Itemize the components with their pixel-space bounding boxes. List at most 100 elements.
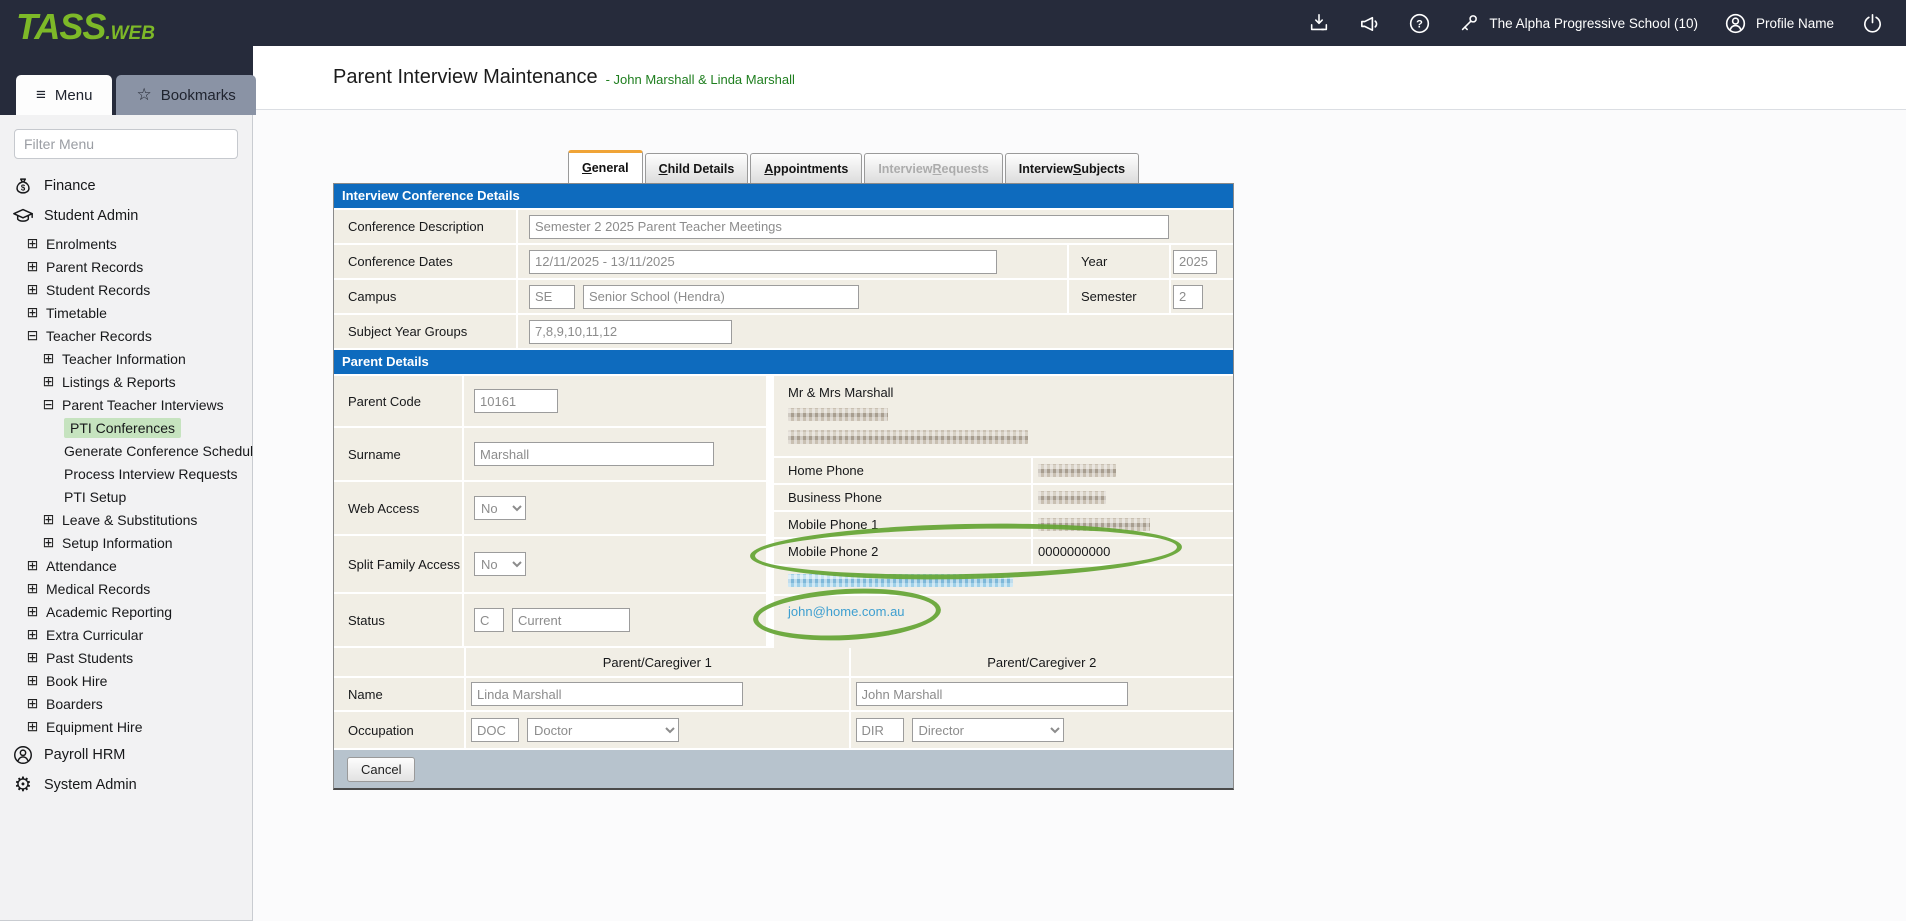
sidebar-item-equipment-hire[interactable]: ⊞Equipment Hire bbox=[0, 715, 252, 738]
menu-tab[interactable]: ≡ Menu bbox=[16, 75, 112, 115]
expander-plus-icon[interactable]: ⊞ bbox=[26, 695, 39, 712]
sidebar-item-teacher-records[interactable]: ⊟ Teacher Records bbox=[0, 324, 252, 347]
campus-name-input[interactable] bbox=[583, 285, 859, 309]
tab-general[interactable]: General bbox=[568, 150, 643, 183]
tab-interview-subjects[interactable]: Interview Subjects bbox=[1005, 153, 1139, 183]
sidebar-item-teacher-information[interactable]: ⊞Teacher Information bbox=[0, 347, 252, 370]
expander-plus-icon[interactable]: ⊞ bbox=[42, 534, 55, 551]
expander-plus-icon[interactable]: ⊞ bbox=[26, 672, 39, 689]
sidebar-item-timetable[interactable]: ⊞Timetable bbox=[0, 301, 252, 324]
sidebar-item-parent-teacher-interviews[interactable]: ⊟ Parent Teacher Interviews bbox=[0, 393, 252, 416]
sidebar-item-payroll-hrm[interactable]: Payroll HRM bbox=[0, 741, 252, 768]
form-box: Interview Conference Details Conference … bbox=[333, 183, 1234, 790]
sidebar-item-academic-reporting[interactable]: ⊞Academic Reporting bbox=[0, 600, 252, 623]
sidebar-item-setup-information[interactable]: ⊞Setup Information bbox=[0, 531, 252, 554]
year-input[interactable] bbox=[1173, 250, 1217, 274]
web-access-label: Web Access bbox=[348, 501, 419, 516]
expander-minus-icon[interactable]: ⊟ bbox=[42, 396, 55, 413]
caregiver2-name-input[interactable] bbox=[856, 682, 1128, 706]
surname-label: Surname bbox=[348, 447, 401, 462]
semester-input[interactable] bbox=[1173, 285, 1203, 309]
status-code-input[interactable] bbox=[474, 608, 504, 632]
cancel-button[interactable]: Cancel bbox=[347, 757, 415, 782]
sidebar-item-label: Student Admin bbox=[44, 208, 138, 224]
sidebar-item-medical-records[interactable]: ⊞Medical Records bbox=[0, 577, 252, 600]
caregiver2-occupation-code-input[interactable] bbox=[856, 718, 904, 742]
profile-menu[interactable]: Profile Name bbox=[1724, 11, 1834, 35]
tab-strip: GeneralChild DetailsAppointmentsIntervie… bbox=[568, 150, 1234, 183]
caregiver-name-label: Name bbox=[348, 687, 383, 702]
sidebar-item-finance[interactable]: $Finance bbox=[0, 172, 252, 199]
parent-address-block: Mr & Mrs Marshall bbox=[774, 376, 1233, 456]
sidebar-item-label: Payroll HRM bbox=[44, 747, 125, 763]
sidebar-item-parent-records[interactable]: ⊞Parent Records bbox=[0, 255, 252, 278]
tab-appointments[interactable]: Appointments bbox=[750, 153, 862, 183]
conference-description-input[interactable] bbox=[529, 215, 1169, 239]
logout-power-icon[interactable] bbox=[1860, 11, 1884, 35]
school-switcher[interactable]: The Alpha Progressive School (10) bbox=[1457, 11, 1698, 35]
expander-plus-icon[interactable]: ⊞ bbox=[26, 626, 39, 643]
caregiver-occupation-label: Occupation bbox=[348, 723, 414, 738]
expander-plus-icon[interactable]: ⊞ bbox=[42, 350, 55, 367]
expander-plus-icon[interactable]: ⊞ bbox=[26, 304, 39, 321]
expander-plus-icon[interactable]: ⊞ bbox=[26, 718, 39, 735]
sidebar-item-student-records[interactable]: ⊞Student Records bbox=[0, 278, 252, 301]
parent-code-input[interactable] bbox=[474, 389, 558, 413]
announcements-megaphone-icon[interactable] bbox=[1357, 11, 1381, 35]
expander-plus-icon[interactable]: ⊞ bbox=[42, 373, 55, 390]
sidebar-item-leave-substitutions[interactable]: ⊞Leave & Substitutions bbox=[0, 508, 252, 531]
expander-plus-icon[interactable]: ⊞ bbox=[26, 649, 39, 666]
caregiver2-occupation-select[interactable]: Director bbox=[912, 718, 1064, 742]
download-icon[interactable] bbox=[1307, 11, 1331, 35]
svg-text:$: $ bbox=[21, 183, 26, 192]
expander-plus-icon[interactable]: ⊞ bbox=[26, 258, 39, 275]
caregiver1-occupation-code-input[interactable] bbox=[471, 718, 519, 742]
hamburger-icon: ≡ bbox=[36, 85, 46, 105]
expander-plus-icon[interactable]: ⊞ bbox=[26, 580, 39, 597]
surname-input[interactable] bbox=[474, 442, 714, 466]
sidebar-item-pti-conferences[interactable]: PTI Conferences bbox=[0, 416, 252, 439]
conference-dates-input[interactable] bbox=[529, 250, 997, 274]
sidebar-item-process-interview-requests[interactable]: Process Interview Requests bbox=[0, 462, 252, 485]
parent-email-link[interactable]: john@home.com.au bbox=[788, 604, 905, 619]
expander-plus-icon[interactable]: ⊞ bbox=[42, 511, 55, 528]
expander-minus-icon[interactable]: ⊟ bbox=[26, 327, 39, 344]
sidebar-item-attendance[interactable]: ⊞Attendance bbox=[0, 554, 252, 577]
web-access-select[interactable]: No bbox=[474, 496, 526, 520]
campus-code-input[interactable] bbox=[529, 285, 575, 309]
status-value-input[interactable] bbox=[512, 608, 630, 632]
tab-child-details[interactable]: Child Details bbox=[645, 153, 749, 183]
expander-plus-icon[interactable]: ⊞ bbox=[26, 281, 39, 298]
caregiver1-name-input[interactable] bbox=[471, 682, 743, 706]
help-icon[interactable]: ? bbox=[1407, 11, 1431, 35]
bookmarks-tab[interactable]: ☆ Bookmarks bbox=[116, 75, 255, 115]
filter-menu-input[interactable] bbox=[14, 129, 238, 159]
sidebar-item-label: Generate Conference Schedule bbox=[64, 443, 261, 459]
subject-year-groups-input[interactable] bbox=[529, 320, 732, 344]
sidebar-item-extra-curricular[interactable]: ⊞Extra Curricular bbox=[0, 623, 252, 646]
sidebar-item-boarders[interactable]: ⊞Boarders bbox=[0, 692, 252, 715]
sidebar-item-label: Parent Teacher Interviews bbox=[62, 397, 224, 413]
expander-plus-icon[interactable]: ⊞ bbox=[26, 235, 39, 252]
sidebar-item-pti-setup[interactable]: PTI Setup bbox=[0, 485, 252, 508]
expander-plus-icon[interactable]: ⊞ bbox=[26, 603, 39, 620]
sidebar-item-label: PTI Conferences bbox=[64, 418, 181, 438]
tass-web-logo[interactable]: TASS.WEB bbox=[16, 6, 155, 48]
expander-plus-icon[interactable]: ⊞ bbox=[26, 557, 39, 574]
sidebar-item-label: Teacher Records bbox=[46, 328, 152, 344]
sidebar-item-listings-reports[interactable]: ⊞Listings & Reports bbox=[0, 370, 252, 393]
sidebar-item-student-admin[interactable]: Student Admin bbox=[0, 202, 252, 229]
tab-interview-requests: Interview Requests bbox=[864, 153, 1002, 183]
mobile-phone-1-label: Mobile Phone 1 bbox=[788, 517, 878, 532]
menu-tab-label: Menu bbox=[55, 87, 93, 104]
redacted-home-phone bbox=[1038, 464, 1116, 477]
sidebar-item-enrolments[interactable]: ⊞Enrolments bbox=[0, 232, 252, 255]
sidebar-item-generate-conference-schedule[interactable]: Generate Conference Schedule bbox=[0, 439, 252, 462]
sidebar-item-label: Past Students bbox=[46, 650, 133, 666]
sidebar-item-past-students[interactable]: ⊞ Past Students bbox=[0, 646, 252, 669]
split-family-access-select[interactable]: No bbox=[474, 552, 526, 576]
caregiver1-occupation-select[interactable]: Doctor bbox=[527, 718, 679, 742]
sidebar-item-system-admin[interactable]: ⚙System Admin bbox=[0, 771, 252, 798]
sidebar-item-book-hire[interactable]: ⊞Book Hire bbox=[0, 669, 252, 692]
redacted-address-line-2 bbox=[788, 430, 1028, 444]
